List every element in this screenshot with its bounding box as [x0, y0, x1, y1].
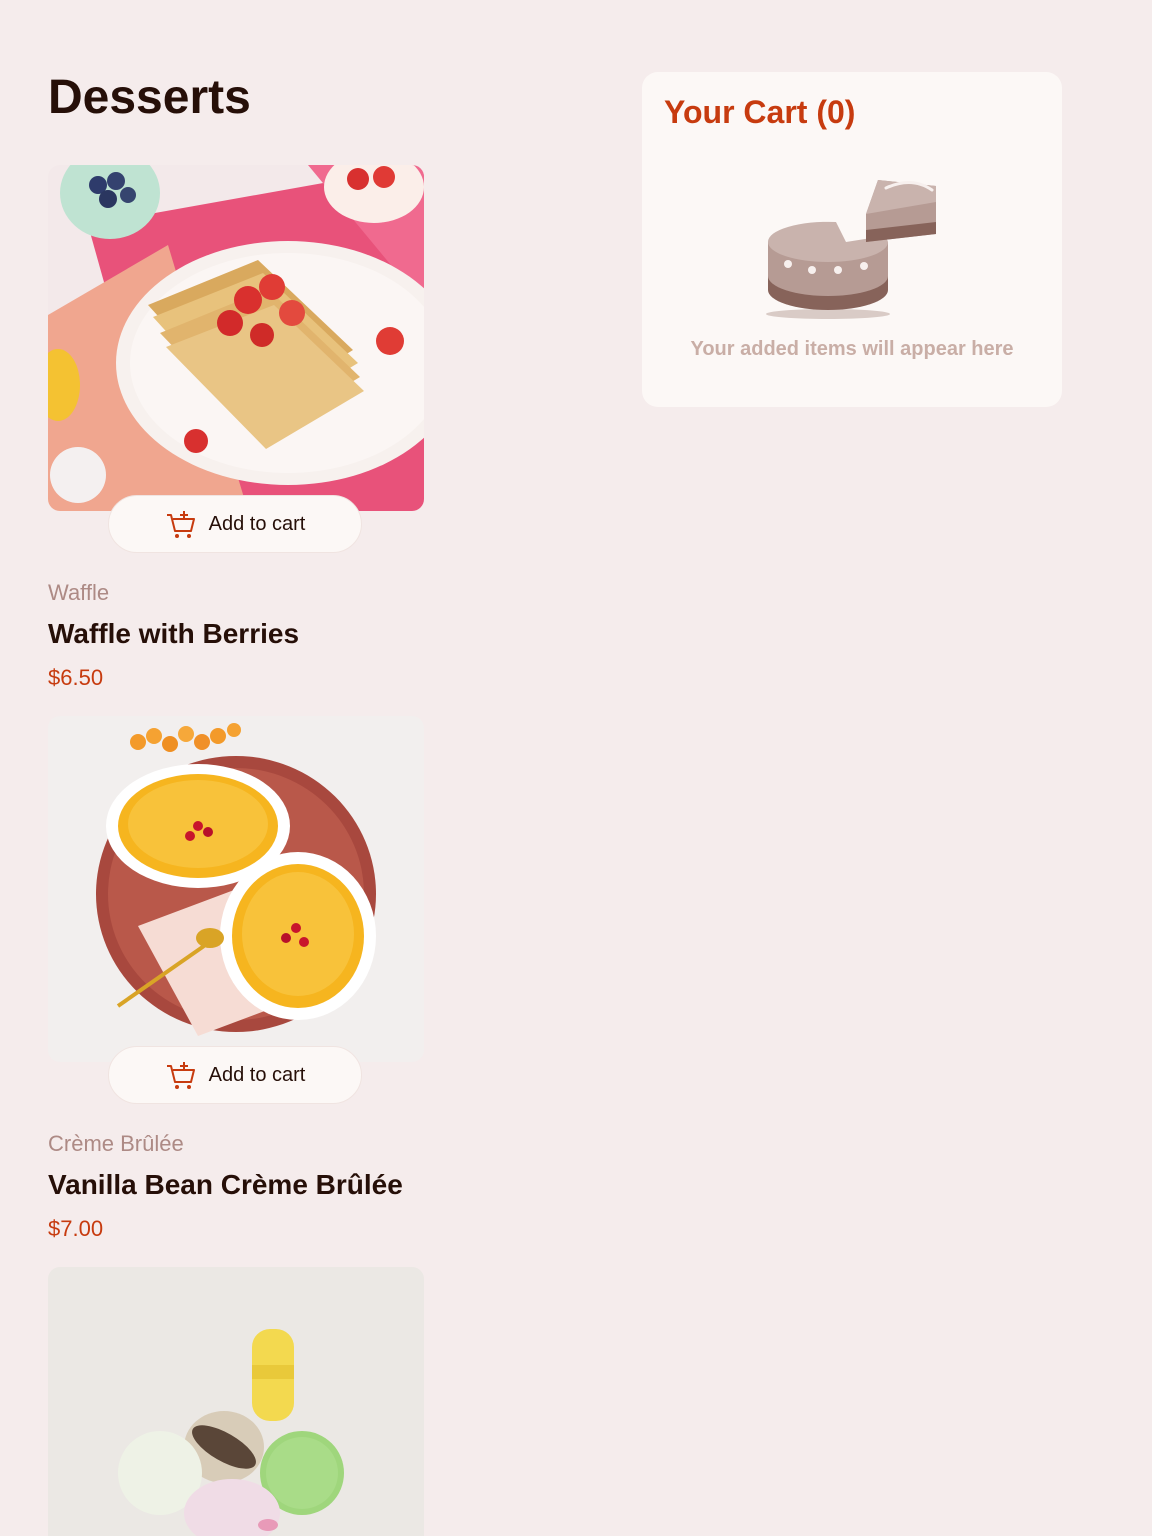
page: Desserts Add to cart Waffle Waffle with … — [0, 0, 1152, 1536]
product-card: Add to cart Crème Brûlée Vanilla Bean Cr… — [48, 716, 424, 1241]
product-card — [48, 1267, 424, 1536]
cart-panel: Your Cart (0) Your added items will appe… — [642, 72, 1062, 407]
product-card: Add to cart Waffle Waffle with Berries $… — [48, 165, 424, 690]
cart-title: Your Cart (0) — [664, 94, 856, 130]
product-name: Waffle with Berries — [48, 618, 300, 649]
creme-brulee-photo — [48, 716, 424, 1062]
product-image[interactable] — [48, 165, 424, 511]
product-image[interactable] — [48, 716, 424, 1062]
cake-icon — [766, 180, 936, 319]
add-to-cart-label: Add to cart — [208, 1063, 306, 1086]
product-category: Crème Brûlée — [48, 1131, 184, 1156]
add-to-cart-button[interactable]: Add to cart — [108, 1046, 362, 1104]
add-to-cart-button[interactable]: Add to cart — [108, 495, 362, 553]
macaron-photo — [48, 1267, 424, 1536]
product-category: Waffle — [48, 580, 110, 605]
add-to-cart-icon — [166, 1062, 195, 1089]
product-price: $7.00 — [48, 1216, 104, 1241]
waffle-photo — [48, 165, 424, 511]
product-name: Vanilla Bean Crème Brûlée — [48, 1169, 403, 1200]
page-title: Desserts — [48, 71, 251, 124]
product-image[interactable] — [48, 1267, 424, 1536]
product-price: $6.50 — [48, 665, 104, 690]
cart-empty-message: Your added items will appear here — [690, 338, 1014, 360]
add-to-cart-icon — [166, 511, 195, 538]
add-to-cart-label: Add to cart — [208, 512, 306, 535]
